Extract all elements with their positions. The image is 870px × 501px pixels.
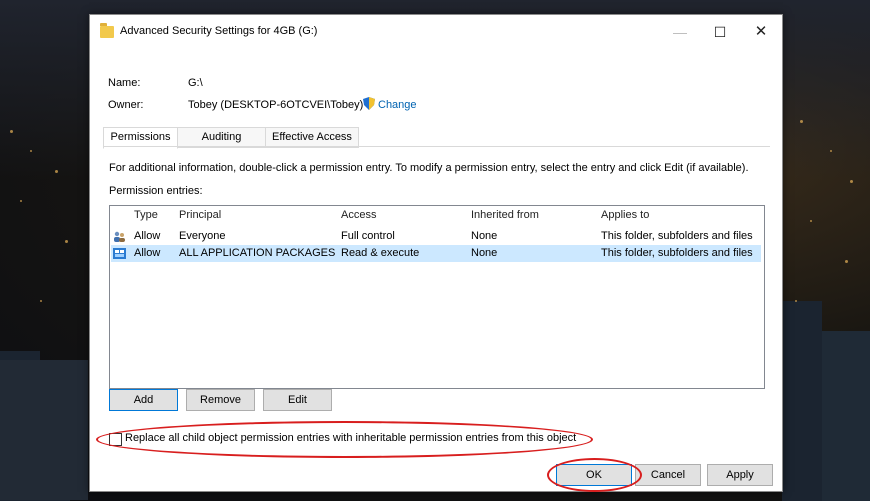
building [0, 360, 88, 500]
title-bar[interactable]: Advanced Security Settings for 4GB (G:) … [90, 15, 782, 49]
city-light [795, 300, 797, 302]
column-header-inherited-from[interactable]: Inherited from [471, 209, 539, 221]
entry-principal: ALL APPLICATION PACKAGES [179, 247, 336, 259]
maximize-button[interactable]: ☐ [700, 20, 740, 44]
entry-type: Allow [134, 230, 161, 242]
permission-entries-label: Permission entries: [109, 185, 203, 197]
city-light [10, 130, 13, 133]
column-header-principal[interactable]: Principal [179, 209, 221, 221]
minimize-button: — [673, 24, 687, 40]
remove-button[interactable]: Remove [186, 389, 255, 411]
column-header-applies-to[interactable]: Applies to [601, 209, 649, 221]
instructions-text: For additional information, double-click… [109, 162, 749, 174]
entry-inherited-from: None [471, 247, 498, 259]
entry-principal: Everyone [179, 230, 226, 242]
city-light [810, 220, 812, 222]
permission-entries-list[interactable]: Type Principal Access Inherited from App… [109, 205, 765, 389]
edit-button[interactable]: Edit [263, 389, 332, 411]
folder-icon [100, 23, 114, 38]
entry-applies-to: This folder, subfolders and files [601, 247, 753, 259]
city-light [850, 180, 853, 183]
city-light [800, 120, 803, 123]
city-light [65, 240, 68, 243]
owner-value: Tobey (DESKTOP-6OTCVEI\Tobey) [188, 99, 364, 111]
city-light [830, 150, 832, 152]
apply-button[interactable]: Apply [707, 464, 773, 486]
name-label: Name: [108, 77, 141, 89]
city-light [55, 170, 58, 173]
users-icon [114, 231, 125, 242]
entry-applies-to: This folder, subfolders and files [601, 230, 753, 242]
entry-access: Full control [341, 230, 395, 242]
city-light [20, 200, 22, 202]
building [782, 301, 822, 501]
app-packages-icon [113, 248, 126, 259]
building [822, 331, 870, 501]
annotation-circle-checkbox [96, 421, 593, 458]
cancel-button[interactable]: Cancel [635, 464, 701, 486]
entry-inherited-from: None [471, 230, 498, 242]
column-header-type[interactable]: Type [134, 209, 158, 221]
column-header-access[interactable]: Access [341, 209, 376, 221]
table-row[interactable]: Allow ALL APPLICATION PACKAGES Read & ex… [111, 245, 761, 262]
shield-icon [363, 97, 375, 110]
table-row[interactable]: Allow Everyone Full control None This fo… [111, 228, 761, 245]
window-title: Advanced Security Settings for 4GB (G:) [120, 25, 318, 37]
tab-auditing[interactable]: Auditing [177, 127, 266, 148]
name-value: G:\ [188, 77, 203, 89]
change-owner-link[interactable]: Change [378, 99, 417, 111]
city-light [30, 150, 32, 152]
add-button[interactable]: Add [109, 389, 178, 411]
annotation-circle-ok [547, 458, 642, 492]
tab-effective-access[interactable]: Effective Access [265, 127, 359, 148]
city-light [845, 260, 848, 263]
close-button[interactable]: ✕ [741, 20, 781, 44]
entry-type: Allow [134, 247, 161, 259]
city-light [40, 300, 42, 302]
entry-access: Read & execute [341, 247, 420, 259]
advanced-security-settings-dialog: Advanced Security Settings for 4GB (G:) … [89, 14, 783, 492]
tab-divider [103, 146, 770, 147]
owner-label: Owner: [108, 99, 144, 111]
